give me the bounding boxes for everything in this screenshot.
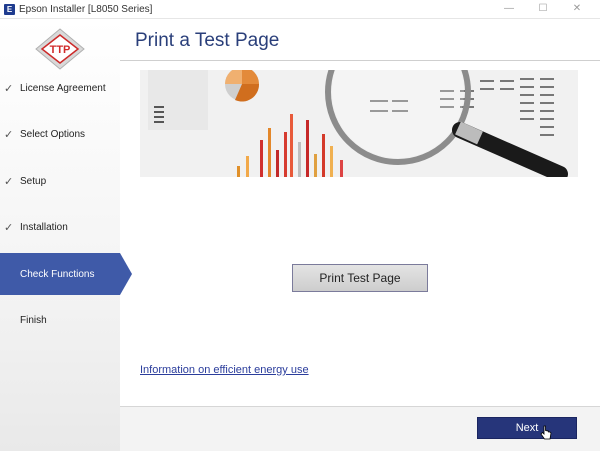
- logo-text: TTP: [50, 44, 71, 56]
- check-icon: ✓: [4, 128, 14, 141]
- magnifier-chart-illustration: [140, 70, 578, 177]
- step-check-functions: Check Functions: [0, 253, 132, 295]
- maximize-button[interactable]: ☐: [526, 0, 560, 18]
- test-page-banner-image: [140, 70, 578, 177]
- window-title: Epson Installer [L8050 Series]: [19, 3, 153, 15]
- energy-info-link[interactable]: Information on efficient energy use: [140, 364, 309, 376]
- step-label: Finish: [20, 314, 47, 326]
- footer-divider: [120, 406, 600, 407]
- minimize-button[interactable]: —: [492, 0, 526, 18]
- ttp-logo: TTP: [35, 28, 85, 70]
- window-controls: — ☐ ✕: [492, 0, 594, 18]
- step-label: Check Functions: [20, 268, 95, 280]
- print-test-page-button[interactable]: Print Test Page: [292, 264, 428, 292]
- step-label: Installation: [20, 221, 68, 233]
- step-select-options: ✓ Select Options: [0, 113, 120, 155]
- step-installation: ✓ Installation: [0, 206, 120, 248]
- close-button[interactable]: ✕: [560, 0, 594, 18]
- page-title: Print a Test Page: [135, 30, 280, 51]
- step-license-agreement: ✓ License Agreement: [0, 67, 120, 109]
- steps-sidebar: TTP ✓ License Agreement ✓ Select Options…: [0, 19, 132, 451]
- mouse-pointer-hand-icon: [540, 425, 552, 440]
- title-divider: [120, 60, 600, 61]
- title-bar: E Epson Installer [L8050 Series] — ☐ ✕: [0, 0, 600, 19]
- step-setup: ✓ Setup: [0, 160, 120, 202]
- check-icon: ✓: [4, 175, 14, 188]
- next-button[interactable]: Next: [477, 417, 577, 439]
- step-label: Select Options: [20, 128, 86, 140]
- step-label: License Agreement: [20, 82, 106, 94]
- check-icon: ✓: [4, 82, 14, 95]
- app-icon: E: [4, 3, 15, 15]
- step-finish: Finish: [0, 299, 120, 341]
- step-label: Setup: [20, 175, 47, 187]
- check-icon: ✓: [4, 221, 14, 234]
